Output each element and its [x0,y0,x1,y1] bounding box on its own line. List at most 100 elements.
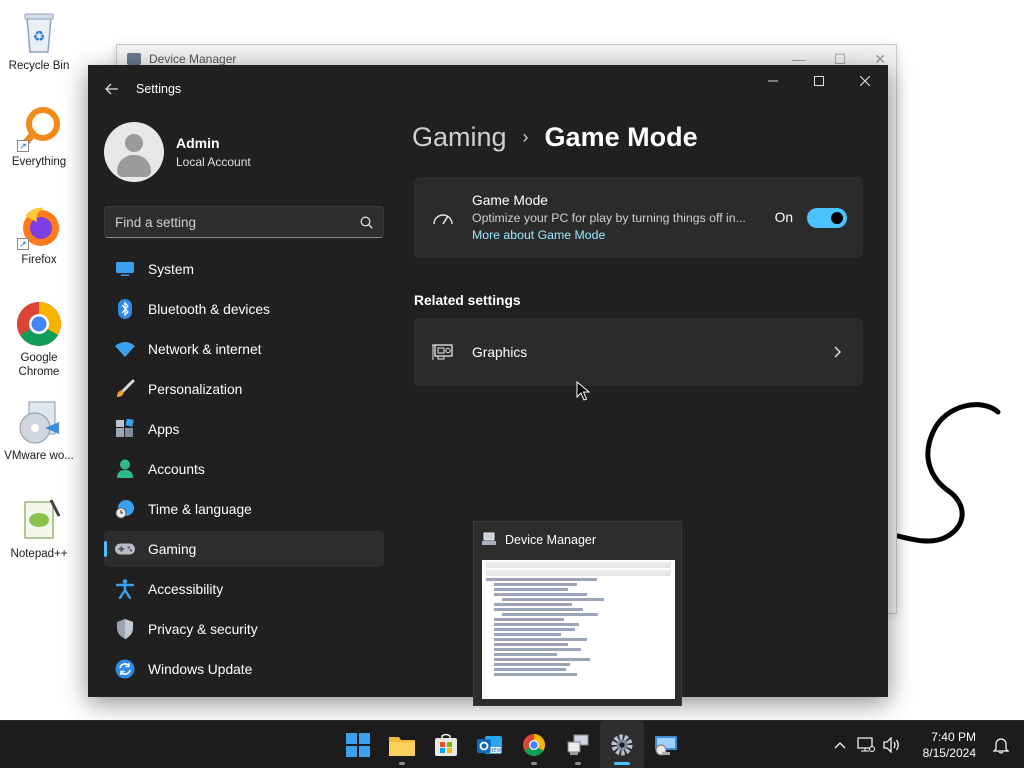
sidebar-item-label: System [148,261,194,277]
clock-time: 7:40 PM [931,730,976,744]
taskbar-outlook[interactable]: NEW [468,721,512,768]
minimize-button[interactable] [750,65,796,97]
game-mode-toggle-label: On [774,210,793,225]
desktop-icon-label: Google Chrome [18,352,60,378]
search-icon[interactable] [349,216,383,229]
sidebar-item-time-language[interactable]: Time & language [104,491,384,527]
sidebar-item-label: Accessibility [148,581,224,597]
device-manager-title: Device Manager [149,52,237,66]
desktop-icon-label: Recycle Bin [8,60,70,72]
person-icon [115,459,135,479]
volume-button[interactable] [879,737,905,753]
volume-icon [883,737,899,753]
taskbar-clock[interactable]: 7:40 PM 8/15/2024 [923,729,976,761]
sidebar-item-apps[interactable]: Apps [104,411,384,447]
arrow-left-icon [105,83,118,95]
taskbar-microsoft-store[interactable] [424,721,468,768]
settings-titlebar: Settings [88,65,888,113]
apps-icon [115,419,135,439]
sidebar-item-system[interactable]: System [104,251,384,287]
desktop-icon-label: VMware wo... [4,450,74,462]
close-button[interactable] [842,65,888,97]
desktop-icon-label: Firefox [21,254,57,266]
notifications-button[interactable] [988,736,1014,754]
settings-search-box[interactable] [104,206,384,238]
maximize-button[interactable] [796,65,842,97]
desktop-icon-firefox[interactable]: ↗ Firefox [0,202,78,267]
desktop-icon-recycle-bin[interactable]: ♻ Recycle Bin [0,8,78,73]
everything-search-icon: ↗ [15,104,63,152]
taskbar-device-manager[interactable] [556,721,600,768]
sidebar-item-label: Windows Update [148,661,253,677]
back-button[interactable] [88,65,136,113]
desktop-icon-vmware[interactable]: VMware wo... [0,398,78,463]
graphics-settings-link[interactable]: Graphics [414,318,863,386]
related-settings-heading: Related settings [414,293,521,308]
game-mode-title: Game Mode [472,193,548,208]
toggle-knob [831,211,843,224]
taskbar-thumbnail-preview[interactable]: Device Manager [473,521,682,706]
chevron-up-icon [834,742,846,749]
settings-title: Settings [136,82,182,96]
breadcrumb: Gaming › Game Mode [412,122,698,153]
chrome-icon [15,300,63,348]
user-account-type: Local Account [176,155,251,169]
desktop-ink-stroke [895,402,1001,544]
sidebar-item-bluetooth-devices[interactable]: Bluetooth & devices [104,291,384,327]
sidebar-item-label: Accounts [148,461,205,477]
vmware-installer-icon [15,398,63,446]
sidebar-item-accounts[interactable]: Accounts [104,451,384,487]
desktop-icon-label: Notepad++ [10,548,68,560]
sidebar-item-label: Time & language [148,501,252,517]
bell-icon [993,738,1009,754]
taskbar-start-button[interactable] [336,721,380,768]
user-profile[interactable]: Admin Local Account [104,122,251,182]
file-explorer-icon [389,737,415,756]
game-mode-toggle[interactable] [807,207,847,228]
sidebar-item-personalization[interactable]: Personalization [104,371,384,407]
bluetooth-icon [115,299,135,319]
svg-text:♻: ♻ [33,29,46,45]
sidebar-item-label: Personalization [148,381,243,397]
taskbar-file-explorer[interactable] [380,721,424,768]
remote-desktop-icon [655,736,677,756]
network-icon [857,737,875,752]
breadcrumb-parent-gaming[interactable]: Gaming [412,122,507,153]
taskbar-google-chrome[interactable] [512,721,556,768]
maximize-icon [814,76,824,86]
sidebar-item-accessibility[interactable]: Accessibility [104,571,384,607]
settings-window-controls [750,65,888,97]
network-status-button[interactable] [853,737,879,753]
sidebar-item-network-internet[interactable]: Network & internet [104,331,384,367]
show-hidden-icons-button[interactable] [827,741,853,749]
search-input[interactable] [115,214,349,230]
desktop-icon-label: Everything [11,156,67,168]
sidebar-item-privacy-security[interactable]: Privacy & security [104,611,384,647]
more-about-game-mode-link[interactable]: More about Game Mode [472,228,775,242]
brush-icon [115,379,135,399]
graphics-label: Graphics [472,344,528,360]
taskbar-remote-desktop[interactable] [644,721,688,768]
monitor-icon [115,259,135,279]
sidebar-item-label: Privacy & security [148,621,258,637]
thumbnail-window-preview [482,560,675,699]
desktop-icon-google-chrome[interactable]: Google Chrome [0,300,78,379]
desktop-icon-everything[interactable]: ↗ Everything [0,104,78,169]
sidebar-item-label: Bluetooth & devices [148,301,270,317]
graphics-card-icon [414,343,472,361]
firefox-icon: ↗ [15,202,63,250]
taskbar-settings[interactable] [600,721,644,768]
minimize-icon [768,80,778,82]
desktop-icon-notepad-plus-plus[interactable]: Notepad++ [0,496,78,561]
sidebar-item-gaming[interactable]: Gaming [104,531,384,567]
notepad-plus-plus-icon [15,496,63,544]
sidebar-item-windows-update[interactable]: Windows Update [104,651,384,687]
chevron-right-icon [813,346,863,358]
mouse-cursor-icon [576,381,590,401]
chrome-icon [523,734,545,756]
shield-icon [115,619,135,639]
accessibility-icon [115,579,135,599]
system-tray: 7:40 PM 8/15/2024 [827,721,1024,768]
gamepad-icon [115,539,135,559]
device-manager-icon [482,532,496,549]
